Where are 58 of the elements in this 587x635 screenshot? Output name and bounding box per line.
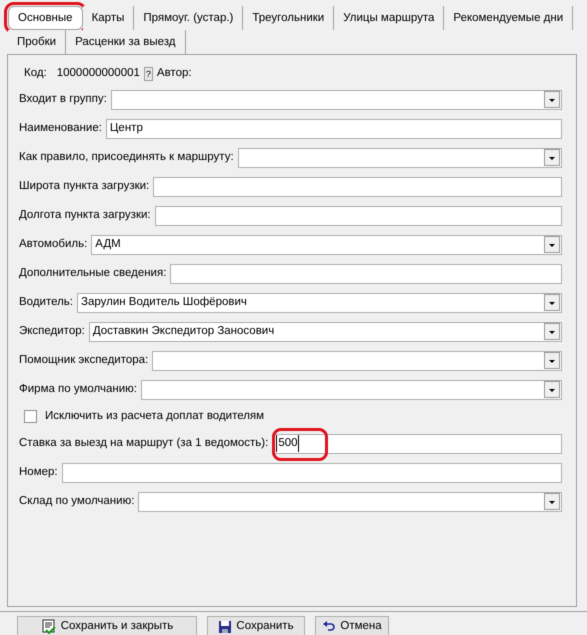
dropdown-button[interactable]: [544, 91, 560, 108]
field-label: Фирма по умолчанию:: [19, 382, 137, 397]
checkbox-label: Исключить из расчета доплат водителям: [45, 408, 264, 424]
tab[interactable]: Расценки за выезд: [66, 30, 186, 54]
toolbar-button[interactable]: Отмена: [315, 616, 389, 635]
toolbar-button[interactable]: Сохранить и закрыть: [17, 616, 197, 635]
field-label: Долгота пункта загрузки:: [19, 208, 151, 223]
input-field[interactable]: [170, 264, 562, 284]
code-label: Код:: [24, 66, 47, 82]
field-value: Центр: [110, 120, 143, 136]
field-label: Входит в группу:: [19, 92, 107, 107]
input-field[interactable]: [153, 176, 562, 196]
combo-value: АДМ: [95, 236, 121, 252]
caret-icon: [549, 244, 555, 247]
dropdown-button[interactable]: [544, 352, 560, 369]
field-label: Автомобиль:: [19, 236, 88, 252]
checkbox[interactable]: [24, 410, 37, 423]
code-value: 1000000000001: [56, 66, 140, 82]
tab[interactable]: Пробки: [8, 30, 66, 54]
combo-box[interactable]: Зарулин Водитель Шофёрович: [77, 292, 562, 312]
dropdown-button[interactable]: [544, 493, 560, 510]
caret-icon: [549, 331, 555, 334]
field-value: 500: [276, 434, 299, 452]
combo-box[interactable]: АДМ: [91, 234, 562, 254]
input-field[interactable]: 500: [272, 434, 562, 454]
dropdown-button[interactable]: [544, 149, 560, 166]
field-label: Как правило, присоединять к маршруту:: [19, 150, 234, 165]
document-check-icon: [40, 618, 57, 634]
caret-icon: [549, 360, 555, 363]
caret-icon: [549, 302, 555, 305]
combo-value: Зарулин Водитель Шофёрович: [81, 294, 247, 310]
toolbar-button[interactable]: Сохранить: [207, 616, 305, 635]
field-label: Экспедитор:: [19, 324, 85, 339]
caret-icon: [549, 157, 555, 160]
undo-arrow-icon: [322, 620, 336, 632]
author-label: Автор:: [156, 66, 192, 82]
tab[interactable]: Карты: [82, 6, 134, 30]
field-label: Наименование:: [19, 120, 102, 136]
caret-icon: [549, 389, 555, 392]
field-label: Дополнительные сведения:: [19, 266, 166, 281]
dropdown-button[interactable]: [544, 381, 560, 398]
input-field[interactable]: [62, 462, 562, 482]
caret-icon: [549, 99, 555, 102]
caret-icon: [549, 501, 555, 504]
input-field[interactable]: Центр: [106, 118, 562, 138]
field-label: Широта пункта загрузки:: [19, 178, 150, 194]
combo-box[interactable]: Доставкин Экспедитор Заносович: [88, 322, 562, 342]
combo-value: Доставкин Экспедитор Заносович: [92, 324, 274, 339]
dropdown-button[interactable]: [544, 323, 560, 340]
field-label: Водитель:: [19, 294, 73, 310]
dropdown-button[interactable]: [544, 236, 560, 253]
input-field[interactable]: [154, 206, 562, 226]
field-label: Ставка за выезд на маршрут (за 1 ведомость):: [19, 436, 268, 451]
field-label: Номер:: [19, 464, 58, 480]
help-button[interactable]: ?: [144, 67, 153, 81]
field-label: Склад по умолчанию:: [19, 494, 134, 509]
dropdown-button[interactable]: [544, 294, 560, 311]
field-label: Помощник экспедитора:: [19, 352, 148, 368]
